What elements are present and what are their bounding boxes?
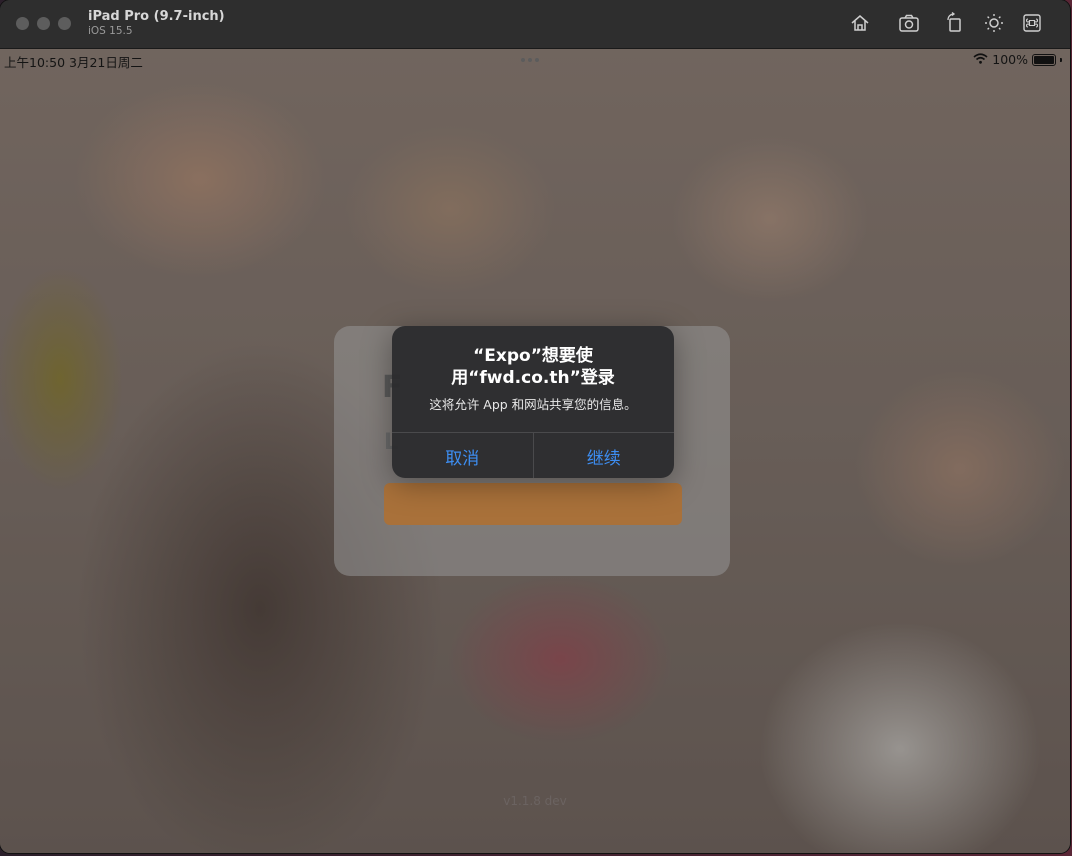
command-icon[interactable] (1021, 12, 1043, 34)
continue-button[interactable]: 继续 (532, 433, 675, 478)
minimize-window-button[interactable] (37, 17, 50, 30)
sign-in-permission-alert: “Expo”想要使用“fwd.co.th”登录 这将允许 App 和网站共享您的… (392, 326, 674, 478)
alert-actions: 取消 继续 (392, 432, 674, 478)
status-time-date: 上午10:50 3月21日周二 (4, 55, 143, 70)
battery-icon (1032, 53, 1056, 66)
screenshot-icon[interactable] (898, 12, 920, 34)
close-window-button[interactable] (16, 17, 29, 30)
home-icon[interactable] (849, 12, 871, 34)
battery-percent: 100% (992, 52, 1028, 67)
login-button[interactable] (384, 483, 682, 525)
zoom-window-button[interactable] (58, 17, 71, 30)
multitasking-indicator[interactable] (521, 58, 539, 62)
os-version: iOS 15.5 (88, 25, 133, 37)
simulator-window: iPad Pro (9.7-inch) iOS 15.5 上午10:50 3月2… (0, 0, 1070, 853)
status-right: 100% (973, 52, 1062, 67)
simulator-titlebar: iPad Pro (9.7-inch) iOS 15.5 (0, 0, 1070, 49)
appearance-icon[interactable] (983, 12, 1005, 34)
alert-title: “Expo”想要使用“fwd.co.th”登录 (451, 346, 615, 388)
app-version: v1.1.8 dev (503, 794, 567, 808)
alert-message: 这将允许 App 和网站共享您的信息。 (429, 397, 637, 412)
rotate-icon[interactable] (944, 11, 966, 34)
device-name: iPad Pro (9.7-inch) (88, 9, 225, 24)
wifi-icon (973, 52, 988, 67)
cancel-button[interactable]: 取消 (392, 433, 533, 478)
